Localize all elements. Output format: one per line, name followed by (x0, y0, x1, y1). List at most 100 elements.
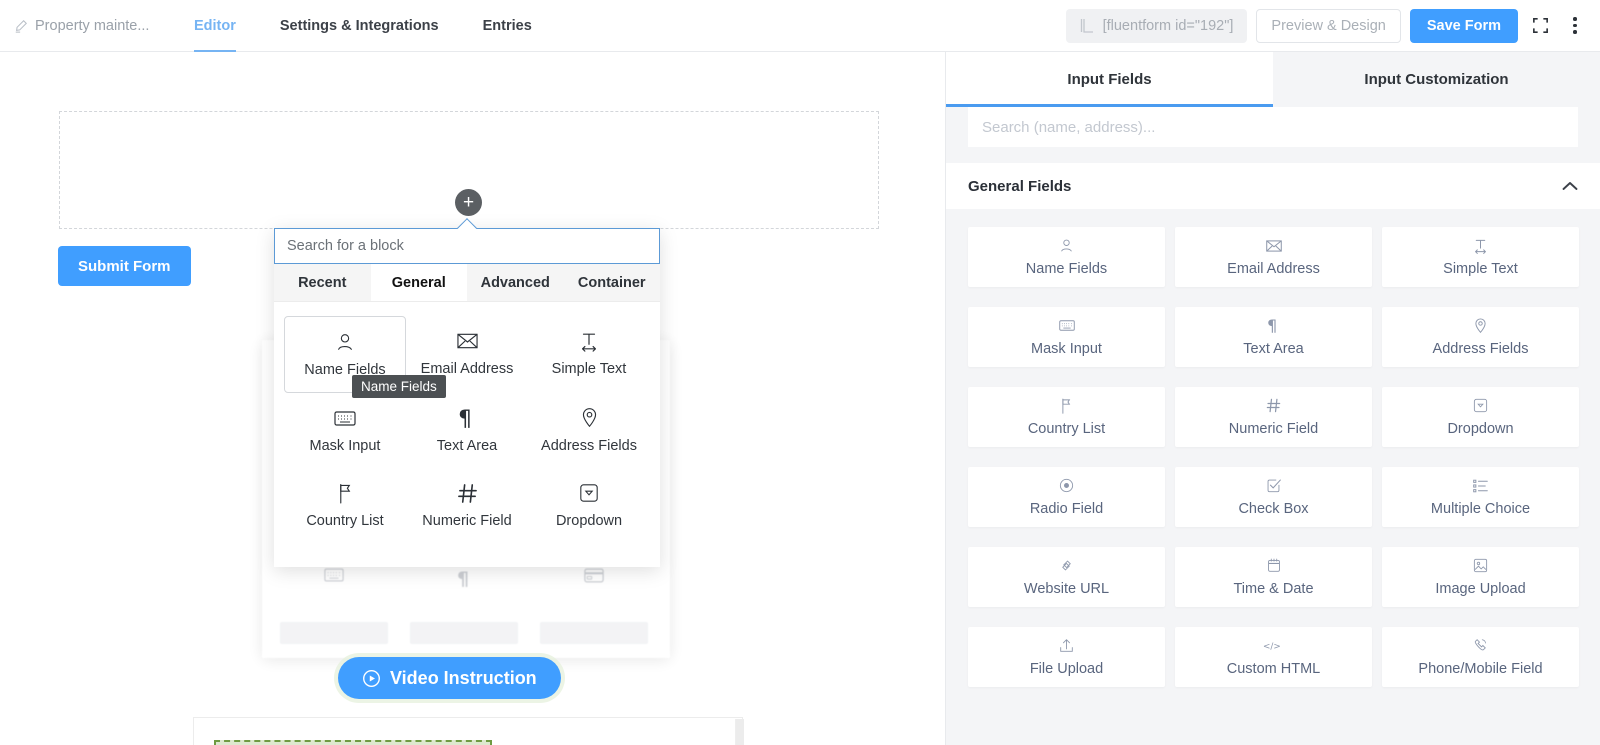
calendar-icon (1267, 558, 1281, 574)
inserter-tab-recent[interactable]: Recent (274, 264, 371, 301)
paragraph-icon: ¶ (1267, 317, 1281, 334)
sidebar-search-wrap (946, 107, 1600, 163)
ghost-white-block (624, 719, 736, 745)
field-card-label: Numeric Field (1228, 420, 1319, 437)
field-card-check-box[interactable]: Check Box (1175, 467, 1372, 527)
envelope-icon (1265, 238, 1282, 254)
block-item-simple-text[interactable]: Simple Text (528, 316, 650, 393)
block-item-dropdown[interactable]: Dropdown (528, 468, 650, 543)
envelope-icon (456, 330, 478, 352)
field-card-label: Time & Date (1233, 580, 1314, 597)
inserter-tab-general[interactable]: General (370, 264, 467, 301)
field-card-label: Radio Field (1029, 500, 1104, 517)
inserter-tab-advanced[interactable]: Advanced (467, 264, 564, 301)
field-card-custom-html[interactable]: </> Custom HTML (1175, 627, 1372, 687)
block-label: Text Area (436, 438, 498, 454)
field-card-numeric-field[interactable]: Numeric Field (1175, 387, 1372, 447)
play-circle-icon (362, 669, 381, 688)
block-item-address-fields[interactable]: Address Fields (528, 393, 650, 468)
field-card-phone-mobile-field[interactable]: Phone/Mobile Field (1382, 627, 1579, 687)
radio-icon (1059, 478, 1074, 494)
form-title-area[interactable]: Property mainte... (0, 18, 172, 34)
preview-design-button[interactable]: Preview & Design (1256, 8, 1401, 43)
field-card-label: Custom HTML (1226, 660, 1321, 677)
field-card-simple-text[interactable]: Simple Text (1382, 227, 1579, 287)
nav-tab-entries[interactable]: Entries (461, 0, 554, 52)
inserter-tab-container[interactable]: Container (563, 264, 660, 301)
field-card-email-address[interactable]: Email Address (1175, 227, 1372, 287)
field-card-label: Address Fields (1432, 340, 1529, 357)
ghost-bottom-card (193, 717, 744, 745)
field-card-radio-field[interactable]: Radio Field (968, 467, 1165, 527)
fullscreen-icon[interactable] (1527, 13, 1553, 39)
paragraph-icon: ¶ (410, 568, 518, 588)
block-item-mask-input[interactable]: Mask Input (284, 393, 406, 468)
shortcode-text: [fluentform id="192"] (1102, 17, 1234, 34)
main-nav-tabs: Editor Settings & Integrations Entries (172, 0, 554, 52)
field-card-label: Text Area (1243, 340, 1304, 357)
field-card-image-upload[interactable]: Image Upload (1382, 547, 1579, 607)
field-card-label: Dropdown (1447, 420, 1514, 437)
field-card-mask-input[interactable]: Mask Input (968, 307, 1165, 367)
save-form-button[interactable]: Save Form (1409, 8, 1518, 43)
field-card-website-url[interactable]: Website URL (968, 547, 1165, 607)
ghost-row-bars-2 (280, 622, 648, 644)
sidebar-tabs: Input Fields Input Customization (946, 52, 1600, 107)
tab-input-fields[interactable]: Input Fields (946, 52, 1273, 107)
field-card-time-date[interactable]: Time & Date (1175, 547, 1372, 607)
inserter-block-grid: Name Fields Email Address Simple Text Ma… (274, 302, 660, 567)
top-bar-actions: [fluentform id="192"] Preview & Design S… (1065, 8, 1600, 43)
ghost-icon-row: ¶ (280, 568, 648, 588)
dropdown-icon (579, 482, 599, 504)
code-icon: </> (1263, 638, 1285, 654)
right-sidebar: Input Fields Input Customization General… (945, 52, 1600, 745)
text-width-icon (578, 330, 600, 352)
field-card-label: Mask Input (1031, 340, 1102, 357)
paragraph-icon: ¶ (458, 407, 476, 429)
block-item-numeric-field[interactable]: Numeric Field (406, 468, 528, 543)
field-card-country-list[interactable]: Country List (968, 387, 1165, 447)
field-card-multiple-choice[interactable]: Multiple Choice (1382, 467, 1579, 527)
svg-text:¶: ¶ (458, 407, 472, 429)
tab-input-customization[interactable]: Input Customization (1273, 52, 1600, 107)
nav-tab-editor[interactable]: Editor (172, 0, 258, 52)
field-card-dropdown[interactable]: Dropdown (1382, 387, 1579, 447)
hash-icon (457, 482, 478, 504)
general-fields-grid: Name Fields Email Address Simple Text Ma… (946, 209, 1600, 687)
svg-text:¶: ¶ (457, 568, 469, 588)
block-item-country-list[interactable]: Country List (284, 468, 406, 543)
upload-icon (1059, 638, 1074, 654)
kebab-menu-icon[interactable] (1562, 13, 1588, 39)
field-card-text-area[interactable]: ¶ Text Area (1175, 307, 1372, 367)
field-card-address-fields[interactable]: Address Fields (1382, 307, 1579, 367)
highlighted-drop-area[interactable] (214, 740, 492, 745)
field-card-file-upload[interactable]: File Upload (968, 627, 1165, 687)
field-search-input[interactable] (968, 107, 1578, 147)
field-card-label: Image Upload (1435, 580, 1526, 597)
submit-form-button[interactable]: Submit Form (58, 246, 191, 286)
map-pin-icon (1474, 317, 1487, 334)
top-bar: Property mainte... Editor Settings & Int… (0, 0, 1600, 52)
nav-tab-settings[interactable]: Settings & Integrations (258, 0, 461, 52)
list-icon (1473, 478, 1488, 494)
field-card-name-fields[interactable]: Name Fields (968, 227, 1165, 287)
video-instruction-label: Video Instruction (390, 667, 537, 688)
section-title: General Fields (968, 177, 1072, 195)
keyboard-icon (334, 407, 356, 429)
map-pin-icon (581, 407, 598, 429)
dropdown-icon (1473, 398, 1488, 414)
shortcode-display[interactable]: [fluentform id="192"] (1065, 8, 1248, 43)
block-inserter-popup: Recent General Advanced Container Name F… (274, 228, 660, 567)
field-card-label: Name Fields (1025, 260, 1108, 277)
chevron-up-icon[interactable] (1562, 178, 1578, 195)
add-block-button[interactable]: + (455, 189, 482, 216)
field-card-label: Website URL (1023, 580, 1110, 597)
block-search-input[interactable] (274, 228, 660, 264)
general-fields-section-header[interactable]: General Fields (946, 163, 1600, 209)
svg-text:¶: ¶ (1267, 317, 1277, 334)
block-item-text-area[interactable]: ¶ Text Area (406, 393, 528, 468)
form-canvas: Submit Form ¶ Video Instruction + Search… (0, 52, 945, 745)
inserter-tabs: Recent General Advanced Container (274, 264, 660, 302)
image-icon (1473, 558, 1488, 574)
video-instruction-button[interactable]: Video Instruction (338, 657, 561, 699)
